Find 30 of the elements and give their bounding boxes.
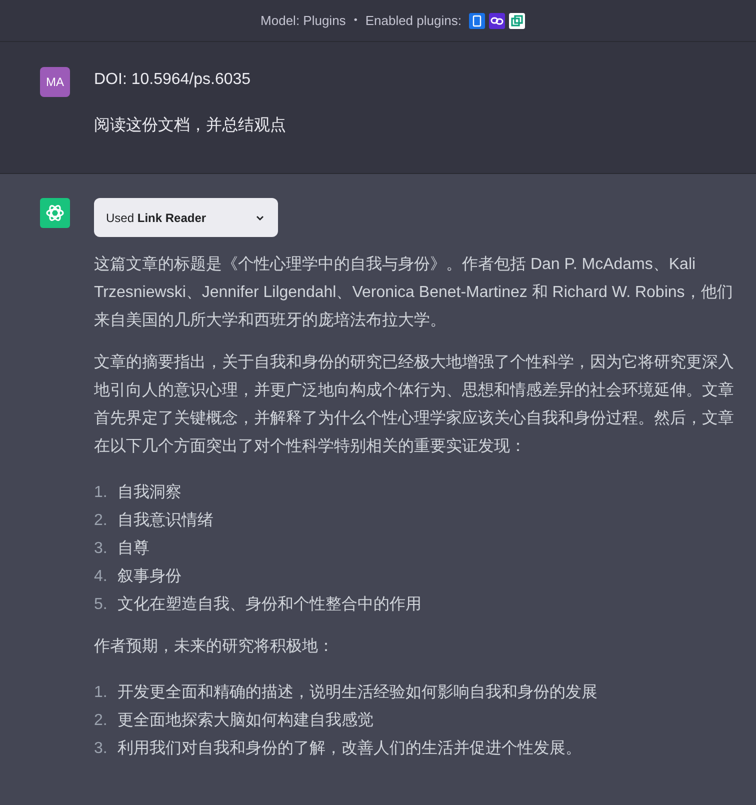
list-item-text: 开发更全面和精确的描述，说明生活经验如何影响自我和身份的发展 — [117, 682, 598, 703]
list-item-text: 叙事身份 — [117, 566, 182, 587]
list-number: 4. — [94, 567, 108, 587]
user-avatar: MA — [40, 67, 70, 97]
list-item-text: 自尊 — [117, 538, 150, 559]
response-paragraph: 作者预期，未来的研究将积极地： — [94, 636, 335, 657]
message-text: 阅读这份文档，并总结观点 — [94, 116, 286, 136]
link-icon — [489, 12, 506, 28]
list-number: 1. — [94, 683, 108, 703]
list-item-text: 利用我们对自我和身份的了解，改善人们的生活并促进个性发展。 — [117, 738, 582, 759]
enabled-plugins-label: Enabled plugins: — [365, 12, 462, 30]
separator: • — [354, 14, 358, 28]
list-item-text: 自我洞察 — [117, 482, 182, 503]
message-text: DOI: 10.5964/ps.6035 — [94, 70, 252, 90]
list-number: 1. — [94, 483, 108, 503]
list-number: 5. — [94, 595, 108, 615]
list-item-text: 自我意识情绪 — [117, 510, 214, 531]
list-number: 2. — [94, 711, 108, 731]
list-item-text: 更全面地探索大脑如何构建自我感觉 — [117, 710, 374, 731]
list-number: 3. — [94, 539, 108, 559]
list-item-text: 文化在塑造自我、身份和个性整合中的作用 — [117, 594, 422, 615]
document-icon — [469, 12, 486, 28]
response-paragraph: 文章的摘要指出，关于自我和身份的研究已经极大地增强了个性科学，因为它将研究更深入地引向人的意识心理，并更广泛地向构成个体行为、思想和情感差异的社会环境延伸。文章首先界定了关键概念，并解释了为什么个性心理学家应该关心自我和身份过程。然后，文章在以下几个方面突出了对个性科学特别相关的重要实证发现： — [94, 352, 735, 457]
list-number: 3. — [94, 739, 108, 759]
response-paragraph: 这篇文章的标题是《个性心理学中的自我与身份》。作者包括 Dan P. McAdams、Kali Trzesniewski、Jennifer Lilgendahl、Veronica Benet-Martinez 和 Richard W. Robins，他们来自美国的几所大学和西班牙的庞培法布拉大学。 — [94, 254, 734, 331]
list-number: 2. — [94, 511, 108, 531]
model-label: Model: Plugins — [260, 12, 346, 30]
assistant-logo-icon — [40, 198, 70, 228]
plugin-used-dropdown[interactable]: Used Link Reader — [94, 198, 278, 237]
squares-icon — [509, 12, 526, 28]
